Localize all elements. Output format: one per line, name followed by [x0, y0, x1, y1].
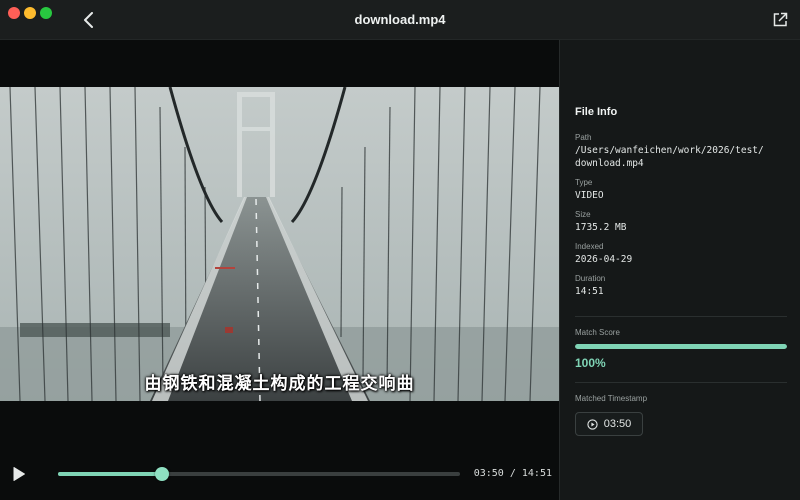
- video-image: [0, 87, 559, 401]
- duration-label: Duration: [575, 274, 606, 283]
- type-label: Type: [575, 178, 593, 187]
- path-value-line2: download.mp4: [575, 158, 644, 169]
- play-circle-icon: [587, 418, 598, 430]
- matched-timestamp-label: Matched Timestamp: [575, 394, 648, 403]
- time-display: 03:50 / 14:51: [473, 468, 552, 479]
- title-bar: download.mp4: [0, 0, 800, 40]
- open-external-button[interactable]: [770, 10, 790, 30]
- size-value: 1735.2 MB: [575, 222, 627, 233]
- video-subtitle: 由钢铁和混凝土构成的工程交响曲: [144, 374, 415, 393]
- window-title: download.mp4: [354, 12, 446, 27]
- indexed-value: 2026-04-29: [575, 254, 633, 265]
- seek-bar-fill: [58, 472, 162, 476]
- path-value-line1: /Users/wanfeichen/work/2026/test/: [575, 145, 764, 156]
- play-icon: [13, 467, 25, 481]
- path-label: Path: [575, 133, 592, 142]
- seek-bar[interactable]: [58, 467, 460, 481]
- play-button[interactable]: [10, 465, 28, 483]
- indexed-label: Indexed: [575, 242, 604, 251]
- seek-bar-handle[interactable]: [154, 467, 169, 481]
- duration-value: 14:51: [575, 286, 604, 297]
- video-player: 由钢铁和混凝土构成的工程交响曲 03:50 / 14:51: [0, 40, 559, 500]
- matched-timestamp-value: 03:50: [603, 418, 632, 430]
- divider: [575, 316, 787, 317]
- open-external-icon: [773, 12, 788, 27]
- match-score-bar: [575, 344, 787, 349]
- file-info-panel: File Info Path /Users/wanfeichen/work/20…: [559, 40, 800, 500]
- video-frame[interactable]: 由钢铁和混凝土构成的工程交响曲: [0, 87, 559, 401]
- size-label: Size: [575, 210, 591, 219]
- match-score-label: Match Score: [575, 328, 620, 337]
- match-score-fill: [575, 344, 787, 349]
- type-value: VIDEO: [575, 190, 604, 201]
- panel-heading: File Info: [575, 106, 618, 118]
- divider: [575, 382, 787, 383]
- matched-timestamp-button[interactable]: 03:50: [575, 412, 643, 436]
- match-score-value: 100%: [575, 356, 606, 370]
